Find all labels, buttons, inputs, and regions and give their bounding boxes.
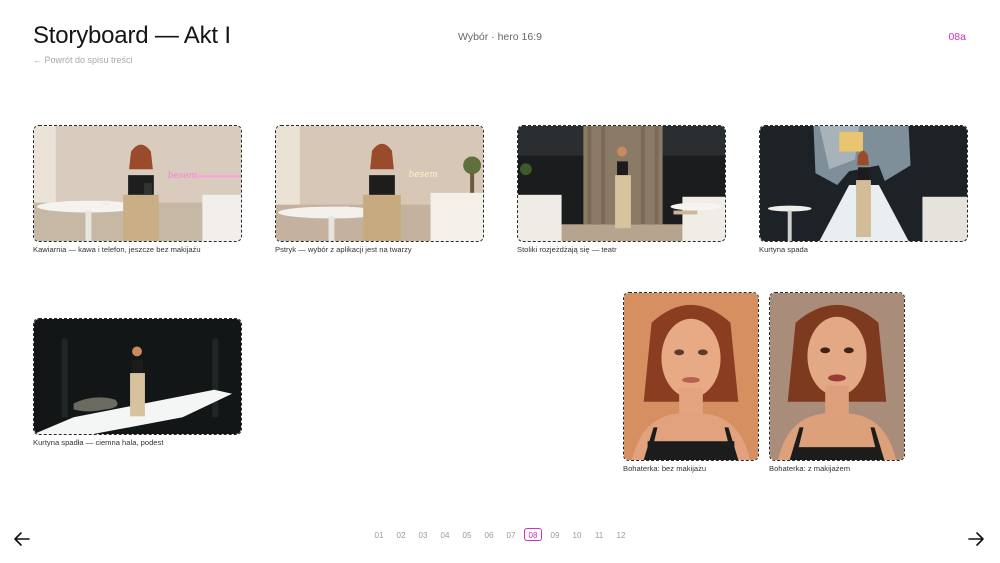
theater-scene-image	[518, 126, 725, 241]
arrow-right-icon	[968, 532, 984, 546]
storyboard-frame-cafe[interactable]: besem	[33, 125, 242, 242]
frame-caption: Pstryk — wybór z aplikacji jest na twarz…	[275, 245, 412, 254]
page-link-active[interactable]: 08	[524, 528, 542, 541]
page-link[interactable]: 06	[480, 529, 498, 542]
portrait-with-makeup[interactable]	[769, 292, 905, 461]
storyboard-frame-theater[interactable]	[517, 125, 726, 242]
storyboard-frame-dark-hall[interactable]	[33, 318, 242, 435]
portrait-no-makeup-image	[624, 293, 758, 460]
page-link[interactable]: 02	[392, 529, 410, 542]
page-link[interactable]: 01	[370, 529, 388, 542]
click-scene-image: besem	[276, 126, 483, 241]
storyboard-frame-click[interactable]: besem	[275, 125, 484, 242]
page-link[interactable]: 03	[414, 529, 432, 542]
next-slide-button[interactable]	[967, 530, 985, 548]
portrait-no-makeup[interactable]	[623, 292, 759, 461]
page-link[interactable]: 09	[546, 529, 564, 542]
curtain-falling-scene-image	[760, 126, 967, 241]
frame-caption: Stoliki rozjeżdżają się — teatr	[517, 245, 617, 254]
frame-caption: Kawiarnia — kawa i telefon, jeszcze bez …	[33, 245, 201, 254]
frame-caption: Bohaterka: z makijażem	[769, 464, 851, 473]
neon-sign: besem	[409, 170, 438, 180]
portrait-with-makeup-image	[770, 293, 904, 460]
frame-caption: Kurtyna spada	[759, 245, 808, 254]
page-link[interactable]: 12	[612, 529, 630, 542]
frame-caption: Bohaterka: bez makijażu	[623, 464, 707, 473]
slide-code: 08a	[948, 31, 966, 43]
page-link[interactable]: 05	[458, 529, 476, 542]
dark-hall-scene-image	[34, 319, 241, 434]
selection-subtitle: Wybór · hero 16:9	[458, 31, 542, 43]
previous-slide-button[interactable]	[13, 530, 31, 548]
page-title: Storyboard — Akt I	[33, 22, 231, 49]
storyboard-frame-curtain-falls[interactable]	[759, 125, 968, 242]
slide-pager: 01 02 03 04 05 06 07 08 09 10 11 12	[0, 528, 1000, 542]
frame-caption: Kurtyna spadła — ciemna hala, podest	[33, 438, 164, 447]
page-link[interactable]: 10	[568, 529, 586, 542]
page-link[interactable]: 11	[590, 529, 608, 542]
page-link[interactable]: 04	[436, 529, 454, 542]
cafe-scene-image: besem	[34, 126, 241, 241]
back-to-contents-link[interactable]: ← Powrót do spisu treści	[33, 55, 133, 65]
arrow-left-icon	[14, 532, 30, 546]
page-link[interactable]: 07	[502, 529, 520, 542]
